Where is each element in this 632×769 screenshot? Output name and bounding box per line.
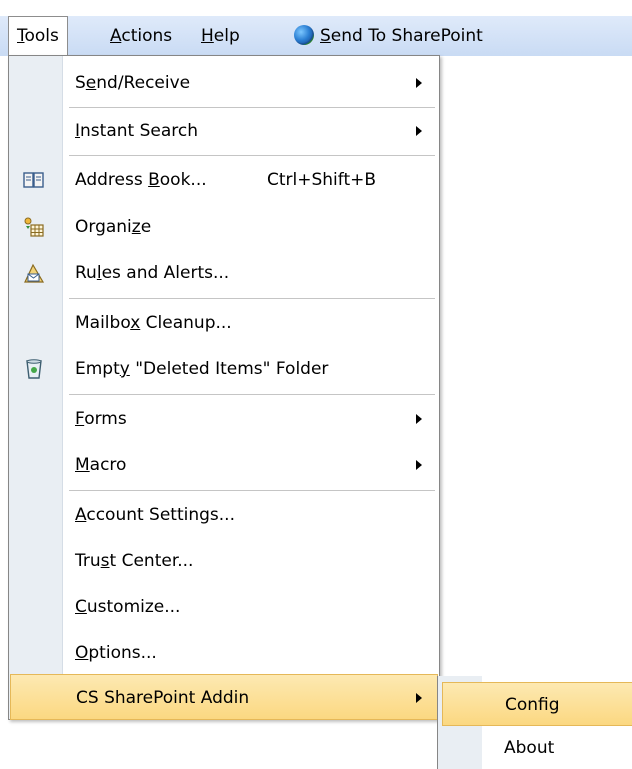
menu-item-rules-and-alerts[interactable]: Rules and Alerts... bbox=[11, 250, 437, 296]
submenu-item-about[interactable]: About bbox=[442, 726, 632, 769]
menu-tools[interactable]: Tools bbox=[8, 16, 68, 56]
address-book-icon bbox=[23, 172, 44, 188]
menu-item-forms[interactable]: Forms bbox=[11, 396, 437, 442]
menu-item-instant-search[interactable]: Instant Search bbox=[11, 108, 437, 154]
menu-bar: Tools Actions Help Send To SharePoint bbox=[0, 0, 632, 56]
submenu-arrow-icon bbox=[416, 78, 422, 88]
submenu-arrow-icon bbox=[416, 460, 422, 470]
menu-item-trust-center[interactable]: Trust Center... bbox=[11, 538, 437, 584]
menu-separator bbox=[69, 298, 435, 299]
menu-separator bbox=[69, 490, 435, 491]
menu-item-account-settings[interactable]: Account Settings... bbox=[11, 492, 437, 538]
menu-send-to-sharepoint[interactable]: Send To SharePoint bbox=[286, 16, 491, 56]
shortcut-text: Ctrl+Shift+B bbox=[267, 170, 377, 190]
organize-icon bbox=[24, 217, 44, 237]
menu-actions[interactable]: Actions bbox=[102, 16, 180, 56]
menu-item-macro[interactable]: Macro bbox=[11, 442, 437, 488]
menu-item-empty-deleted-items[interactable]: Empty "Deleted Items" Folder bbox=[11, 346, 437, 392]
tools-dropdown-menu: Send/Receive Instant Search Address Book… bbox=[8, 55, 440, 720]
menu-item-customize[interactable]: Customize... bbox=[11, 584, 437, 630]
rules-alerts-icon bbox=[24, 263, 45, 283]
submenu-arrow-icon bbox=[416, 693, 422, 703]
menu-item-options[interactable]: Options... bbox=[11, 630, 437, 676]
menu-item-cs-sharepoint-addin[interactable]: CS SharePoint Addin bbox=[10, 674, 438, 720]
menu-separator bbox=[69, 155, 435, 156]
cs-sharepoint-addin-submenu: Config About bbox=[437, 676, 632, 769]
submenu-item-config[interactable]: Config bbox=[442, 682, 632, 726]
submenu-arrow-icon bbox=[416, 126, 422, 136]
trash-icon bbox=[26, 359, 42, 379]
menu-item-mailbox-cleanup[interactable]: Mailbox Cleanup... bbox=[11, 300, 437, 346]
globe-icon bbox=[294, 25, 314, 45]
submenu-arrow-icon bbox=[416, 414, 422, 424]
menu-item-send-receive[interactable]: Send/Receive bbox=[11, 60, 437, 106]
menu-item-organize[interactable]: Organize bbox=[11, 204, 437, 250]
menu-item-address-book[interactable]: Address Book... Ctrl+Shift+B bbox=[11, 157, 437, 203]
menu-separator bbox=[69, 394, 435, 395]
menu-help[interactable]: Help bbox=[193, 16, 248, 56]
